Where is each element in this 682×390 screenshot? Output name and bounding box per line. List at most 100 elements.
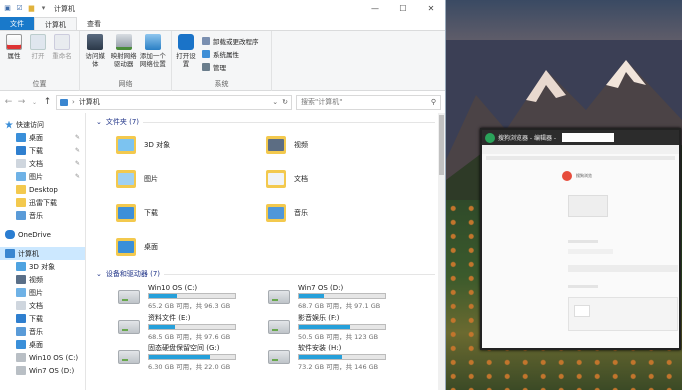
sidebar-item-computer[interactable]: 计算机 xyxy=(0,247,85,260)
dropdown-icon[interactable]: ▾ xyxy=(39,4,48,13)
tab-view[interactable]: 查看 xyxy=(77,17,111,30)
maximize-button[interactable]: ☐ xyxy=(389,0,417,17)
open-button[interactable]: 打开 xyxy=(27,34,49,60)
drive-usage-fill xyxy=(149,355,211,359)
open-settings-button[interactable]: 打开设置 xyxy=(175,34,197,68)
close-button[interactable]: ✕ xyxy=(417,0,445,17)
cloud-icon xyxy=(5,230,15,239)
browser-taskbar-thumbnail[interactable]: 搜狗浏览器 - 编辑器 - 搜狗浏览 xyxy=(480,128,681,350)
sidebar-item-pictures[interactable]: 图片 ✎ xyxy=(0,170,85,183)
folder-item[interactable]: 下载 xyxy=(116,200,266,226)
sidebar-item-drive-c[interactable]: Win10 OS (C:) xyxy=(0,351,85,364)
file-list: ⌄ 文件夹 (7) 3D 对象 视频 图片 文档 下载 音乐 桌面 ⌄ 设备和驱动器… xyxy=(86,113,445,390)
uninstall-programs-link[interactable]: 卸载或更改程序 xyxy=(202,36,259,46)
sidebar-item-music[interactable]: 音乐 xyxy=(0,209,85,222)
drive-info: 软件安装 (H:) 73.2 GB 可用，共 146 GB xyxy=(298,343,386,371)
drives-section-header[interactable]: ⌄ 设备和驱动器 (7) xyxy=(96,268,445,280)
cube-icon xyxy=(16,262,26,271)
folder-item[interactable]: 音乐 xyxy=(266,200,416,226)
sidebar-item-xunlei[interactable]: 迅雷下载 xyxy=(0,196,85,209)
drive-usage-bar xyxy=(298,324,386,330)
minimize-button[interactable]: — xyxy=(361,0,389,17)
rename-button[interactable]: 重命名 xyxy=(51,34,73,60)
drive-item[interactable]: 资料文件 (E:) 68.5 GB 可用，共 97.6 GB xyxy=(118,314,268,341)
system-properties-link[interactable]: 系统属性 xyxy=(202,49,259,59)
hard-drive-icon xyxy=(118,290,140,304)
drive-size: 68.7 GB 可用，共 97.1 GB xyxy=(298,302,381,310)
collapse-chevron-icon: ⌄ xyxy=(96,270,102,278)
navigation-pane: 快速访问 桌面 ✎ 下载 ✎ 文档 ✎ 图片 ✎ Desktop 迅雷下载 音乐 One… xyxy=(0,113,86,390)
folder-item[interactable]: 视频 xyxy=(266,132,416,158)
manage-icon xyxy=(202,63,210,71)
drive-size: 50.5 GB 可用，共 123 GB xyxy=(298,333,379,341)
drive-item[interactable]: 固态硬盘保留空间 (G:) 6.30 GB 可用，共 22.0 GB xyxy=(118,344,268,371)
back-arrow-icon[interactable]: ← xyxy=(4,97,13,107)
address-dropdown-icon[interactable]: ⌄ xyxy=(272,98,278,106)
media-icon xyxy=(87,34,104,50)
sidebar-item-desktop-folder[interactable]: Desktop xyxy=(0,183,85,196)
folders-section-header[interactable]: ⌄ 文件夹 (7) xyxy=(96,116,445,128)
hard-drive-icon xyxy=(268,320,290,334)
drive-item[interactable]: 软件安装 (H:) 73.2 GB 可用，共 146 GB xyxy=(268,343,418,371)
address-bar[interactable]: › 计算机 ⌄ ↻ xyxy=(56,94,292,110)
sidebar-item-videos[interactable]: 视频 xyxy=(0,273,85,286)
recent-dropdown-icon[interactable]: ⌄ xyxy=(30,99,39,106)
uninstall-icon xyxy=(202,37,210,45)
drive-item[interactable]: Win7 OS (D:) 68.7 GB 可用，共 97.1 GB xyxy=(268,284,418,310)
drive-size: 65.2 GB 可用，共 96.3 GB xyxy=(148,302,231,310)
download-icon xyxy=(16,314,26,323)
sidebar-item-onedrive[interactable]: OneDrive xyxy=(0,228,85,241)
drive-item[interactable]: 影音娱乐 (F:) 50.5 GB 可用，共 123 GB xyxy=(268,313,418,341)
sidebar-item-downloads-2[interactable]: 下载 xyxy=(0,312,85,325)
hard-drive-icon xyxy=(268,290,290,304)
breadcrumb-separator: › xyxy=(72,98,75,106)
thumbnail-title: 搜狗浏览器 - 编辑器 - xyxy=(498,135,557,142)
refresh-icon[interactable]: ↻ xyxy=(282,98,288,106)
properties-button[interactable]: 属性 xyxy=(3,34,25,60)
drive-item[interactable]: Win10 OS (C:) 65.2 GB 可用，共 96.3 GB xyxy=(118,284,268,310)
sidebar-item-desktop[interactable]: 桌面 ✎ xyxy=(0,131,85,144)
sidebar-item-documents-2[interactable]: 文档 xyxy=(0,299,85,312)
sidebar-item-downloads[interactable]: 下载 ✎ xyxy=(0,144,85,157)
folder-item[interactable]: 桌面 xyxy=(116,234,266,260)
manage-link[interactable]: 管理 xyxy=(202,62,259,72)
music-folder-icon xyxy=(266,204,286,222)
up-arrow-icon[interactable]: ↑ xyxy=(43,97,52,107)
drive-name: 资料文件 (E:) xyxy=(148,314,191,322)
drive-info: 影音娱乐 (F:) 50.5 GB 可用，共 123 GB xyxy=(298,313,386,341)
map-drive-button[interactable]: 映射网络驱动器 xyxy=(109,34,137,68)
drive-size: 6.30 GB 可用，共 22.0 GB xyxy=(148,363,231,371)
picture-icon xyxy=(16,172,26,181)
folder-quick-icon[interactable]: ▆ xyxy=(27,4,36,13)
sidebar-item-drive-d[interactable]: Win7 OS (D:) xyxy=(0,364,85,377)
breadcrumb-computer[interactable]: 计算机 xyxy=(79,97,100,107)
folder-item[interactable]: 3D 对象 xyxy=(116,132,266,158)
folder-item[interactable]: 文档 xyxy=(266,166,416,192)
add-network-location-button[interactable]: 添加一个网络位置 xyxy=(140,34,166,68)
drive-usage-fill xyxy=(299,325,350,329)
sidebar-item-desktop-2[interactable]: 桌面 xyxy=(0,338,85,351)
quick-access-toolbar: ▣ ☑ ▆ ▾ xyxy=(3,4,48,13)
thumbnail-preview: 搜狗浏览 xyxy=(482,145,679,348)
sidebar-item-quick-access[interactable]: 快速访问 xyxy=(0,118,85,131)
scrollbar-thumb[interactable] xyxy=(439,115,444,175)
videos-folder-icon xyxy=(266,136,286,154)
document-icon xyxy=(16,159,26,168)
forward-arrow-icon[interactable]: → xyxy=(17,97,26,107)
sidebar-item-3d-objects[interactable]: 3D 对象 xyxy=(0,260,85,273)
tab-computer[interactable]: 计算机 xyxy=(34,17,77,30)
folder-item[interactable]: 图片 xyxy=(116,166,266,192)
pin-icon: ✎ xyxy=(74,173,80,180)
search-icon: ⚲ xyxy=(430,98,436,106)
music-icon xyxy=(16,211,26,220)
search-box[interactable]: 搜索"计算机" ⚲ xyxy=(296,94,441,110)
vertical-scrollbar[interactable] xyxy=(438,113,445,390)
access-media-button[interactable]: 访问媒体 xyxy=(83,34,107,68)
network-drive-icon xyxy=(115,34,132,50)
sidebar-item-pictures-2[interactable]: 图片 xyxy=(0,286,85,299)
pin-icon: ✎ xyxy=(74,160,80,167)
tab-file[interactable]: 文件 xyxy=(0,17,34,30)
sidebar-item-documents[interactable]: 文档 ✎ xyxy=(0,157,85,170)
sidebar-item-music-2[interactable]: 音乐 xyxy=(0,325,85,338)
properties-quick-icon[interactable]: ☑ xyxy=(15,4,24,13)
